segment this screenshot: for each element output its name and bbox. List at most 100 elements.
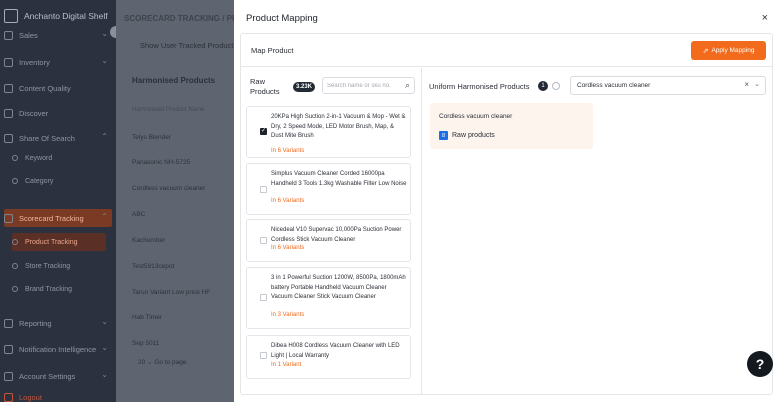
modal-title: Product Mapping [246,13,318,24]
sidebar-item-content-quality[interactable]: Content Quality [4,79,112,97]
table-row: Tarun Variant Low price HF [132,289,211,296]
harmonised-product-select[interactable]: Cordless vacuum cleaner × ⌄ [570,76,766,95]
table-row: Hab Timer [132,314,162,321]
sidebar-item-label: Sales [19,30,38,40]
sidebar-item-scorecard-tracking[interactable]: Scorecard Tracking ⌃ [4,209,112,227]
sidebar-item-sales[interactable]: Sales ⌄ [4,26,112,44]
product-checkbox[interactable] [260,186,267,193]
sidebar-item-label: Inventory [19,57,50,67]
variant-count: In 6 Variants [271,198,305,204]
sidebar-item-account-settings[interactable]: Account Settings ⌄ [4,367,112,385]
sidebar-item-label: Product Tracking [25,238,78,246]
table-row: Cordless vacuum cleaner [132,185,206,192]
chevron-up-icon: ⌃ [101,212,108,221]
store-tracking-icon [12,263,18,269]
uniform-harmonised-count-badge: 1 [538,81,548,91]
table-row: Sep 5011 [132,340,160,347]
chevron-down-icon[interactable]: ⌄ [754,80,760,88]
product-mapping-modal: Product Mapping × Map Product ⇗ Apply Ma… [234,0,777,402]
raw-products-column: Raw Products 3.23K ⌕ 20KPa High Suction … [241,68,422,395]
sidebar-item-brand-tracking[interactable]: Brand Tracking [12,280,106,298]
sidebar-item-keyword[interactable]: Keyword [12,149,106,167]
raw-products-count-badge: 3.23K [293,82,316,92]
info-icon[interactable] [552,82,560,90]
product-checkbox[interactable] [260,237,267,244]
harmonised-products-header: Harmonised Products [132,76,216,85]
content-quality-icon [4,83,13,93]
variant-count: In 3 Variants [271,312,305,318]
sidebar-item-category[interactable]: Category [12,172,106,190]
map-product-label: Map Product [251,46,294,55]
list-item[interactable]: Nicedeal V10 Supervac 10,000Pa Suction P… [246,219,411,262]
list-item[interactable]: Dibea H008 Cordless Vacuum Cleaner with … [246,335,411,379]
show-user-tracked-button: Show User Tracked Product [140,41,234,50]
search-box: ⌕ [322,77,415,94]
sidebar-item-store-tracking[interactable]: Store Tracking [12,257,106,275]
chevron-down-icon: ⌄ [101,343,108,352]
product-checkbox[interactable] [260,352,267,359]
sidebar-item-share-of-search[interactable]: Share Of Search ⌃ [4,129,112,147]
sidebar-item-label: Notification Intelligence [19,344,97,354]
sidebar-item-logout[interactable]: Logout [4,388,112,402]
list-item[interactable]: 20KPa High Suction 2-in-1 Vacuum & Mop -… [246,106,411,158]
sidebar-item-label: Discover [19,108,49,118]
share-icon: ⇗ [702,47,709,55]
keyword-icon [12,155,18,161]
list-item[interactable]: 3 in 1 Powerful Suction 1200W, 8500Pa, 1… [246,267,411,329]
list-item[interactable]: Simplus Vacuum Cleaner Corded 16000pa Ha… [246,163,411,215]
variant-count: In 1 Variant [271,362,302,368]
product-title: 20KPa High Suction 2-in-1 Vacuum & Mop -… [271,114,406,139]
scorecard-icon [4,213,13,223]
help-button[interactable]: ? [747,351,773,377]
logo-icon [4,9,18,23]
share-of-search-icon [4,133,13,143]
table-row: ABC [132,211,146,218]
product-title: 3 in 1 Powerful Suction 1200W, 8500Pa, 1… [271,275,406,300]
sidebar-item-label: Store Tracking [25,262,71,270]
sales-icon [4,30,13,40]
search-input[interactable] [327,81,397,91]
raw-products-label: Raw products [452,132,495,139]
sidebar-item-label: Brand Tracking [25,285,73,293]
brand[interactable]: Anchanto Digital Shelf [4,9,108,23]
harmonised-product-card[interactable]: Cordless vacuum cleaner 8 Raw products [430,103,593,149]
clear-icon[interactable]: × [744,80,749,89]
product-checkbox[interactable] [260,294,267,301]
table-row: Telys Blender [132,134,172,141]
user-icon [4,371,13,381]
product-tracking-icon [12,239,18,245]
table-row: Test5913cepot [132,263,175,270]
sidebar-item-label: Logout [19,392,42,402]
search-icon[interactable]: ⌕ [405,80,410,91]
chevron-down-icon: ⌄ [101,29,108,38]
harmonised-product-name: Cordless vacuum cleaner [439,113,513,120]
sidebar-item-notification-intelligence[interactable]: Notification Intelligence ⌄ [4,340,112,358]
pagination: 20 ⌄ Go to page [138,359,187,366]
sidebar-item-inventory[interactable]: Inventory ⌄ [4,53,112,71]
sidebar: Anchanto Digital Shelf Sales ⌄ Inventory… [0,0,122,402]
discover-icon [4,108,13,118]
sidebar-item-label: Reporting [19,318,52,328]
inventory-icon [4,57,13,67]
reporting-icon [4,318,13,328]
sidebar-item-label: Scorecard Tracking [19,213,84,223]
raw-products-list: 20KPa High Suction 2-in-1 Vacuum & Mop -… [246,106,417,395]
sidebar-item-reporting[interactable]: Reporting ⌄ [4,314,112,332]
sidebar-item-discover[interactable]: Discover [4,104,112,122]
close-icon[interactable]: × [762,12,768,24]
variant-count: In 6 Variants [271,148,305,154]
product-title: Simplus Vacuum Cleaner Corded 16000pa Ha… [271,171,407,187]
apply-mapping-label: Apply Mapping [711,47,755,54]
logout-icon [4,392,13,402]
sidebar-item-label: Keyword [25,154,53,162]
product-checkbox[interactable] [260,127,267,135]
breadcrumb: SCORECARD TRACKING / PRO [124,14,234,23]
sidebar-item-product-tracking[interactable]: Product Tracking [12,233,106,251]
table-row: Kachumber [132,237,166,244]
apply-mapping-button[interactable]: ⇗ Apply Mapping [691,41,766,60]
bell-icon [4,344,13,354]
chevron-down-icon: ⌄ [101,317,108,326]
sidebar-item-label: Category [25,177,54,185]
sidebar-item-label: Share Of Search [19,133,75,143]
sidebar-item-label: Account Settings [19,371,76,381]
